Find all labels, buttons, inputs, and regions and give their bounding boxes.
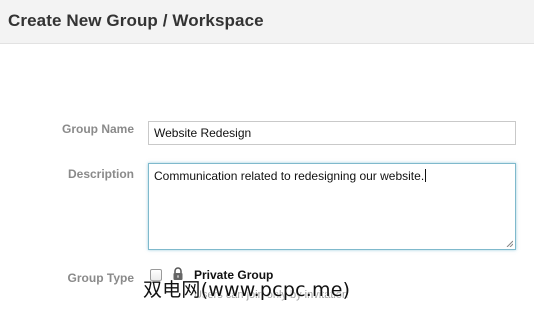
description-label: Description [67, 167, 134, 181]
group-name-label: Group Name [61, 122, 134, 136]
description-textarea[interactable]: Communication related to redesigning our… [148, 163, 516, 250]
text-caret [425, 169, 427, 182]
description-text: Communication related to redesigning our… [154, 169, 425, 183]
page-title: Create New Group / Workspace [8, 11, 264, 30]
dialog-header: Create New Group / Workspace [0, 0, 534, 44]
watermark: 双电网(www.pcpc.me) [143, 279, 351, 301]
group-name-input[interactable] [148, 121, 516, 145]
resize-grip-icon[interactable] [506, 240, 513, 247]
group-type-label: Group Type [67, 271, 134, 285]
